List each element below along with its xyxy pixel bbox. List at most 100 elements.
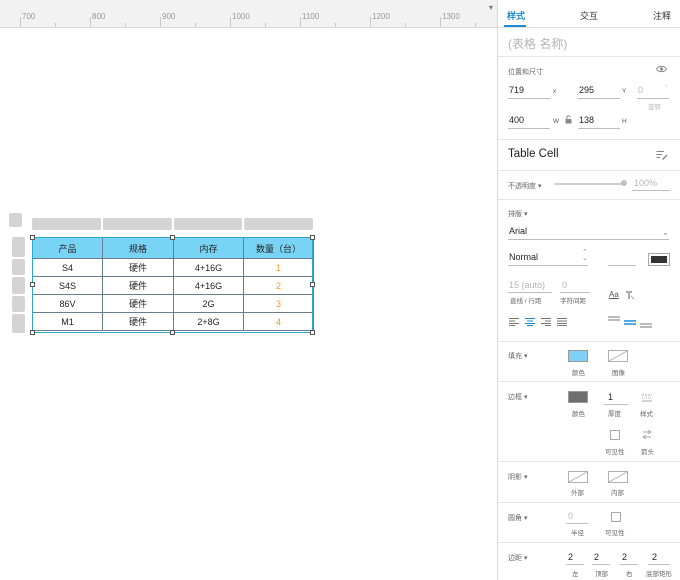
resize-handle[interactable] [30,235,35,240]
table-cell[interactable]: S4S [32,276,103,295]
column-handle[interactable] [32,218,101,230]
valign-bottom-icon[interactable] [640,316,652,328]
eye-icon[interactable] [656,65,667,73]
data-table[interactable]: 产品 规格 内存 数量（台） S4 硬件 4+16G 1 S4S 硬件 4+16… [32,237,314,331]
table-cell[interactable]: 1 [243,258,314,277]
inner-shadow-icon[interactable] [608,471,628,483]
border-visibility-icon[interactable] [610,430,620,440]
table-cell[interactable]: S4 [32,258,103,277]
tab-style[interactable]: 样式 [507,9,525,22]
opacity-slider-knob[interactable] [621,180,627,186]
updown-arrows-icon[interactable]: ⌃ ⌄ [582,249,588,262]
row-handle[interactable] [12,296,25,312]
table-cell[interactable]: 4+16G [173,276,244,295]
padding-left-label: 左 [572,571,579,578]
padding-top-field[interactable]: 2 [594,552,599,562]
table-header-cell[interactable]: 产品 [32,237,103,259]
tab-interaction[interactable]: 交互 [580,9,598,22]
resize-handle[interactable] [30,282,35,287]
border-thickness-field[interactable]: 1 [608,392,613,402]
table-cell[interactable]: 2G [173,294,244,313]
fill-image-icon[interactable] [608,350,628,362]
table-cell[interactable]: 硬件 [102,312,174,331]
table-cell[interactable]: 4+16G [173,258,244,277]
table-cell[interactable]: 硬件 [102,294,174,313]
valign-middle-icon[interactable] [624,316,636,328]
table-cell[interactable]: 硬件 [102,276,174,295]
width-field[interactable]: 400 [509,115,524,125]
opacity-label: 不透明度 ▾ [508,183,542,190]
ruler-label: 800 [92,12,106,21]
ruler-collapse-icon[interactable]: ▾ [489,3,493,12]
inspector-panel: 样式 交互 注释 (表格 名称) 位置和尺寸 719 x 295 Y 0 ° 旋… [497,0,680,580]
corner-visibility-icon[interactable] [611,512,621,522]
rotation-field[interactable]: 0 [638,85,643,95]
text-color-picker[interactable] [648,253,670,266]
resize-handle[interactable] [30,330,35,335]
padding-bottom-label: 底部矩形 [646,571,672,578]
height-field[interactable]: 138 [579,115,594,125]
chevron-down-icon[interactable]: ⌄ [662,228,669,237]
valign-top-icon[interactable] [608,316,620,328]
corner-radius-label: 半径 [571,530,584,537]
table-cell[interactable]: 86V [32,294,103,313]
lock-aspect-icon[interactable] [565,115,572,124]
row-handle[interactable] [12,237,25,257]
align-left-icon[interactable] [509,318,519,326]
ruler-label: 900 [162,12,176,21]
table-header-cell[interactable]: 内存 [173,237,244,259]
line-height-field[interactable]: 15 (auto) [509,280,545,290]
row-handle[interactable] [12,314,25,333]
resize-handle[interactable] [310,330,315,335]
table-cell[interactable]: 硬件 [102,258,174,277]
table-cell[interactable]: 3 [243,294,314,313]
opacity-field[interactable]: 100% [634,178,657,188]
table-header-cell[interactable]: 规格 [102,237,174,259]
resize-handle[interactable] [310,282,315,287]
font-family-select[interactable]: Arial [509,226,527,236]
table-cell[interactable]: 2 [243,276,314,295]
column-handle[interactable] [103,218,172,230]
resize-handle[interactable] [170,330,175,335]
align-right-icon[interactable] [541,318,551,326]
edit-style-icon[interactable] [656,150,668,160]
padding-left-field[interactable]: 2 [568,552,573,562]
table-cell[interactable]: 2+8G [173,312,244,331]
column-handle[interactable] [174,218,242,230]
arrow-style-icon[interactable] [642,430,652,440]
position-size-title: 位置和尺寸 [508,69,543,76]
fill-color-swatch[interactable] [568,350,588,362]
widget-name-input[interactable]: (表格 名称) [508,35,567,52]
y-field[interactable]: 295 [579,85,594,95]
table-cell[interactable]: 4 [243,312,314,331]
padding-bottom-field[interactable]: 2 [652,552,657,562]
design-canvas[interactable]: 700 800 900 1000 1100 1200 1300 ▾ 产品 规格 … [0,0,497,580]
letter-spacing-field[interactable]: 0 [562,280,567,290]
ruler-label: 1100 [302,12,320,21]
typography-label: 排版 ▾ [508,211,528,218]
table-cell[interactable]: M1 [32,312,103,331]
opacity-slider[interactable] [554,183,622,185]
resize-handle[interactable] [310,235,315,240]
border-color-swatch[interactable] [568,391,588,403]
align-center-icon[interactable] [525,318,535,326]
table-select-all-handle[interactable] [9,213,22,227]
tab-notes[interactable]: 注释 [653,9,671,22]
text-style-icon[interactable]: Aa [609,290,619,299]
table-header-cell[interactable]: 数量（台） [243,237,314,259]
x-field[interactable]: 719 [509,85,524,95]
padding-right-field[interactable]: 2 [622,552,627,562]
text-color-swatch [651,256,667,263]
clear-format-icon[interactable] [625,290,635,300]
border-style-icon[interactable] [642,394,652,402]
padding-right-label: 右 [626,571,633,578]
outer-shadow-icon[interactable] [568,471,588,483]
resize-handle[interactable] [170,235,175,240]
corner-radius-field[interactable]: 0 [568,511,573,521]
row-handle[interactable] [12,259,25,275]
align-justify-icon[interactable] [557,318,567,326]
row-handle[interactable] [12,277,25,294]
column-handle[interactable] [244,218,313,230]
border-color-label: 颜色 [572,411,585,418]
font-weight-select[interactable]: Normal [509,252,538,262]
